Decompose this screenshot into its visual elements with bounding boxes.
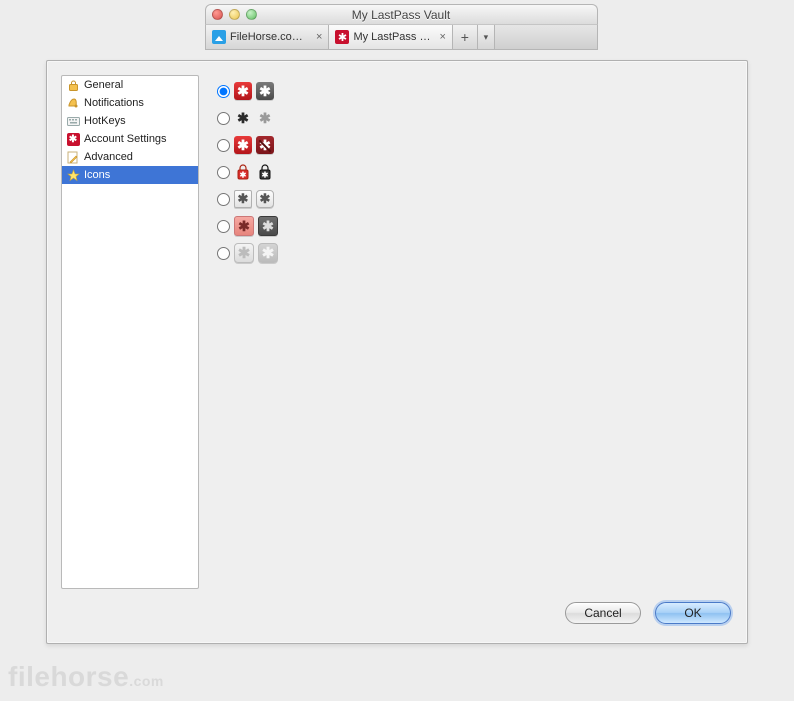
icon-option-button[interactable]: ✱ ✱ — [217, 187, 733, 211]
close-window-button[interactable] — [212, 9, 223, 20]
icons-pane: ✱ ✱ ✱ ✱ ✱ ✱ ✱ ✱ — [213, 75, 733, 589]
asterisk-button-icon: ✱ — [234, 190, 252, 208]
keyboard-icon — [66, 114, 80, 128]
sidebar-item-advanced[interactable]: Advanced — [62, 148, 198, 166]
asterisk-pink-icon: ✱ — [234, 216, 254, 236]
icon-option-radio[interactable] — [217, 112, 230, 125]
sidebar-item-label: Account Settings — [84, 133, 167, 145]
icon-option-pinkgray[interactable]: ✱ ✱ — [217, 214, 733, 238]
new-tab-button[interactable]: + — [453, 25, 478, 49]
icon-option-radio[interactable] — [217, 247, 230, 260]
lock-icon — [66, 78, 80, 92]
icon-option-radio[interactable] — [217, 85, 230, 98]
icon-option-padlock[interactable]: ✱ ✱ — [217, 160, 733, 184]
asterisk-red-icon: ✱ — [234, 136, 252, 154]
browser-chrome: My LastPass Vault FileHorse.com... × ✱ M… — [205, 4, 598, 56]
asterisk-red-icon: ✱ — [234, 82, 252, 100]
browser-tab-bar: FileHorse.com... × ✱ My LastPass V... × … — [205, 24, 598, 50]
sidebar-item-general[interactable]: General — [62, 76, 198, 94]
ok-button-label: OK — [684, 606, 701, 620]
filehorse-favicon-icon — [212, 30, 226, 44]
cancel-button[interactable]: Cancel — [565, 602, 641, 624]
watermark-text: filehorse — [8, 661, 129, 692]
bell-icon — [66, 96, 80, 110]
watermark: filehorse.com — [8, 661, 164, 693]
padlock-red-icon: ✱ — [234, 163, 252, 181]
browser-tab-filehorse[interactable]: FileHorse.com... × — [206, 25, 329, 49]
preferences-dialog: General Notifications HotKeys ✱ Account … — [46, 60, 748, 644]
asterisk-med-gray-icon: ✱ — [258, 243, 278, 263]
icon-option-disabled[interactable]: ✱ ✱ — [217, 241, 733, 265]
asterisk-grey-icon: ✱ — [256, 82, 274, 100]
icon-option-radio[interactable] — [217, 139, 230, 152]
sidebar-item-hotkeys[interactable]: HotKeys — [62, 112, 198, 130]
cancel-button-label: Cancel — [584, 606, 621, 620]
browser-tab-label: My LastPass V... — [353, 31, 433, 43]
icon-option-plain[interactable]: ✱ ✱ — [217, 106, 733, 130]
window-title: My LastPass Vault — [257, 8, 545, 22]
icon-option-radio[interactable] — [217, 220, 230, 233]
asterisk-button-round-icon: ✱ — [256, 190, 274, 208]
svg-text:✱: ✱ — [262, 171, 269, 180]
preferences-sidebar: General Notifications HotKeys ✱ Account … — [61, 75, 199, 589]
icon-option-slash[interactable]: ✱ ✱ — [217, 133, 733, 157]
sidebar-item-label: General — [84, 79, 123, 91]
dialog-footer: Cancel OK — [47, 589, 747, 643]
asterisk-slashed-icon: ✱ — [256, 136, 274, 154]
icon-option-classic[interactable]: ✱ ✱ — [217, 79, 733, 103]
sidebar-item-label: HotKeys — [84, 115, 126, 127]
tab-list-dropdown[interactable]: ▾ — [478, 25, 495, 49]
icon-option-radio[interactable] — [217, 193, 230, 206]
ok-button[interactable]: OK — [655, 602, 731, 624]
padlock-dark-icon: ✱ — [256, 163, 274, 181]
close-tab-icon[interactable]: × — [439, 31, 445, 43]
watermark-suffix: .com — [129, 673, 164, 689]
asterisk-light-gray-icon: ✱ — [234, 243, 254, 263]
pencil-icon — [66, 150, 80, 164]
icon-option-radio[interactable] — [217, 166, 230, 179]
lastpass-icon: ✱ — [66, 132, 80, 146]
close-tab-icon[interactable]: × — [316, 31, 322, 43]
zoom-window-button[interactable] — [246, 9, 257, 20]
window-titlebar: My LastPass Vault — [205, 4, 598, 24]
asterisk-dim-icon: ✱ — [256, 109, 274, 127]
minimize-window-button[interactable] — [229, 9, 240, 20]
sidebar-item-account-settings[interactable]: ✱ Account Settings — [62, 130, 198, 148]
asterisk-dark-icon: ✱ — [258, 216, 278, 236]
sidebar-item-notifications[interactable]: Notifications — [62, 94, 198, 112]
browser-tab-label: FileHorse.com... — [230, 31, 310, 43]
sidebar-item-icons[interactable]: Icons — [62, 166, 198, 184]
sidebar-item-label: Icons — [84, 169, 110, 181]
svg-text:✱: ✱ — [240, 171, 247, 180]
star-icon — [66, 168, 80, 182]
lastpass-favicon-icon: ✱ — [335, 30, 349, 44]
browser-tab-lastpass[interactable]: ✱ My LastPass V... × — [329, 25, 452, 49]
sidebar-item-label: Notifications — [84, 97, 144, 109]
sidebar-item-label: Advanced — [84, 151, 133, 163]
traffic-lights — [212, 9, 257, 20]
asterisk-black-icon: ✱ — [234, 109, 252, 127]
